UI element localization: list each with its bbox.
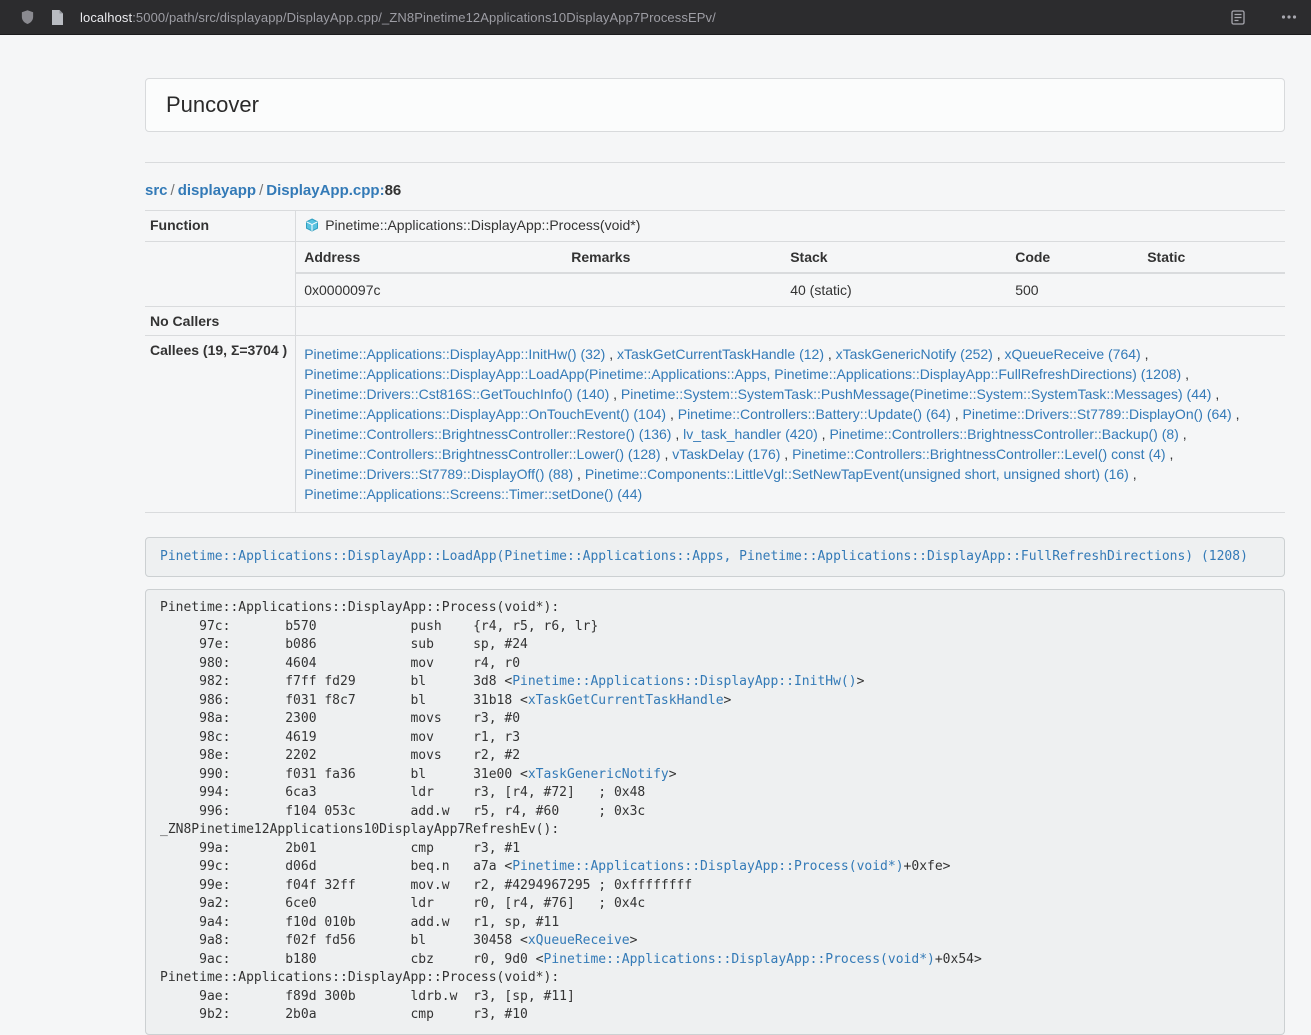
- static-value: [1139, 273, 1285, 306]
- symbol-link[interactable]: xTaskGetCurrentTaskHandle: [528, 693, 724, 708]
- col-header-code: Code: [1007, 242, 1139, 273]
- url-bar[interactable]: localhost:5000/path/src/displayapp/Displ…: [80, 10, 1215, 25]
- table-row: No Callers: [145, 307, 1285, 336]
- page-title: Puncover: [166, 92, 259, 117]
- callee-link[interactable]: Pinetime::Drivers::Cst816S::GetTouchInfo…: [304, 386, 609, 402]
- function-name-cell: Pinetime::Applications::DisplayApp::Proc…: [296, 211, 1285, 242]
- function-info-table: Function Pinetime::Applications::Display…: [145, 210, 1285, 513]
- callee-link[interactable]: Pinetime::Drivers::St7789::DisplayOff() …: [304, 466, 573, 482]
- callee-link[interactable]: lv_task_handler (420): [683, 426, 818, 442]
- table-row: Callees (19, Σ=3704 ) Pinetime::Applicat…: [145, 336, 1285, 513]
- browser-chrome: localhost:5000/path/src/displayapp/Displ…: [0, 0, 1311, 35]
- stack-value: 40 (static): [782, 273, 1007, 306]
- breadcrumb: src/displayapp/DisplayApp.cpp:86: [145, 182, 1285, 199]
- callee-link[interactable]: Pinetime::Applications::DisplayApp::OnTo…: [304, 406, 666, 422]
- page-document-icon[interactable]: [51, 10, 64, 25]
- table-row: Address Remarks Stack Code Static: [296, 242, 1285, 273]
- breadcrumb-separator: /: [256, 182, 266, 199]
- table-row: Address Remarks Stack Code Static 0x0000…: [145, 242, 1285, 307]
- disassembly: Pinetime::Applications::DisplayApp::Proc…: [145, 589, 1285, 1035]
- callees-label: Callees (19, Σ=3704 ): [145, 336, 296, 513]
- callee-link[interactable]: Pinetime::Components::LittleVgl::SetNewT…: [585, 466, 1129, 482]
- callee-link[interactable]: Pinetime::Controllers::BrightnessControl…: [829, 426, 1178, 442]
- callers-cell: [296, 307, 1285, 336]
- symbol-link[interactable]: xQueueReceive: [528, 933, 630, 948]
- divider: [145, 162, 1285, 163]
- page-content: Puncover src/displayapp/DisplayApp.cpp:8…: [145, 78, 1285, 1035]
- callee-link[interactable]: Pinetime::Controllers::BrightnessControl…: [304, 426, 671, 442]
- symbol-link[interactable]: Pinetime::Applications::DisplayApp::Init…: [512, 674, 856, 689]
- empty-label-cell: [145, 242, 296, 307]
- callee-link[interactable]: Pinetime::Controllers::BrightnessControl…: [304, 446, 660, 462]
- highlighted-symbol-panel: Pinetime::Applications::DisplayApp::Load…: [145, 537, 1285, 577]
- remarks-value: [563, 273, 782, 306]
- reader-view-icon[interactable]: [1231, 10, 1245, 25]
- table-row: Function Pinetime::Applications::Display…: [145, 211, 1285, 242]
- stats-table: Address Remarks Stack Code Static 0x0000…: [296, 242, 1285, 306]
- callee-link[interactable]: Pinetime::Drivers::St7789::DisplayOn() (…: [963, 406, 1232, 422]
- function-icon: [305, 218, 319, 235]
- callee-link[interactable]: Pinetime::Applications::DisplayApp::Init…: [304, 346, 605, 362]
- url-path: :5000/path/src/displayapp/DisplayApp.cpp…: [132, 10, 716, 25]
- app-header-panel: Puncover: [145, 78, 1285, 132]
- function-name: Pinetime::Applications::DisplayApp::Proc…: [325, 217, 640, 233]
- stats-cell: Address Remarks Stack Code Static 0x0000…: [296, 242, 1285, 307]
- callee-link[interactable]: Pinetime::Applications::DisplayApp::Load…: [304, 366, 1181, 382]
- breadcrumb-line-number: 86: [385, 182, 402, 199]
- callee-link[interactable]: xTaskGenericNotify (252): [836, 346, 993, 362]
- breadcrumb-src-link[interactable]: src: [145, 182, 168, 199]
- function-row-label: Function: [145, 211, 296, 242]
- address-value: 0x0000097c: [296, 273, 563, 306]
- breadcrumb-displayapp-link[interactable]: displayapp: [178, 182, 256, 199]
- callee-link[interactable]: Pinetime::Controllers::Battery::Update()…: [678, 406, 951, 422]
- callee-link[interactable]: xQueueReceive (764): [1005, 346, 1141, 362]
- symbol-link[interactable]: Pinetime::Applications::DisplayApp::Proc…: [512, 859, 903, 874]
- callees-list: Pinetime::Applications::DisplayApp::Init…: [296, 336, 1285, 513]
- table-row: 0x0000097c 40 (static) 500: [296, 273, 1285, 306]
- overflow-menu-icon[interactable]: [1281, 15, 1297, 19]
- callee-link[interactable]: Pinetime::Applications::Screens::Timer::…: [304, 486, 642, 502]
- col-header-remarks: Remarks: [563, 242, 782, 273]
- col-header-static: Static: [1139, 242, 1285, 273]
- chrome-right-icons: [1231, 10, 1297, 25]
- code-value: 500: [1007, 273, 1139, 306]
- breadcrumb-separator: /: [168, 182, 178, 199]
- shield-icon[interactable]: [20, 9, 35, 25]
- callee-link[interactable]: vTaskDelay (176): [672, 446, 780, 462]
- symbol-link[interactable]: xTaskGenericNotify: [528, 767, 669, 782]
- col-header-stack: Stack: [782, 242, 1007, 273]
- callee-link[interactable]: xTaskGetCurrentTaskHandle (12): [617, 346, 824, 362]
- callee-link[interactable]: Pinetime::Controllers::BrightnessControl…: [792, 446, 1165, 462]
- url-host: localhost: [80, 10, 132, 25]
- highlighted-symbol-link[interactable]: Pinetime::Applications::DisplayApp::Load…: [160, 549, 1248, 564]
- col-header-address: Address: [296, 242, 563, 273]
- symbol-link[interactable]: Pinetime::Applications::DisplayApp::Proc…: [544, 952, 935, 967]
- breadcrumb-file-link[interactable]: DisplayApp.cpp:: [266, 182, 384, 199]
- callee-link[interactable]: Pinetime::System::SystemTask::PushMessag…: [621, 386, 1212, 402]
- no-callers-label: No Callers: [145, 307, 296, 336]
